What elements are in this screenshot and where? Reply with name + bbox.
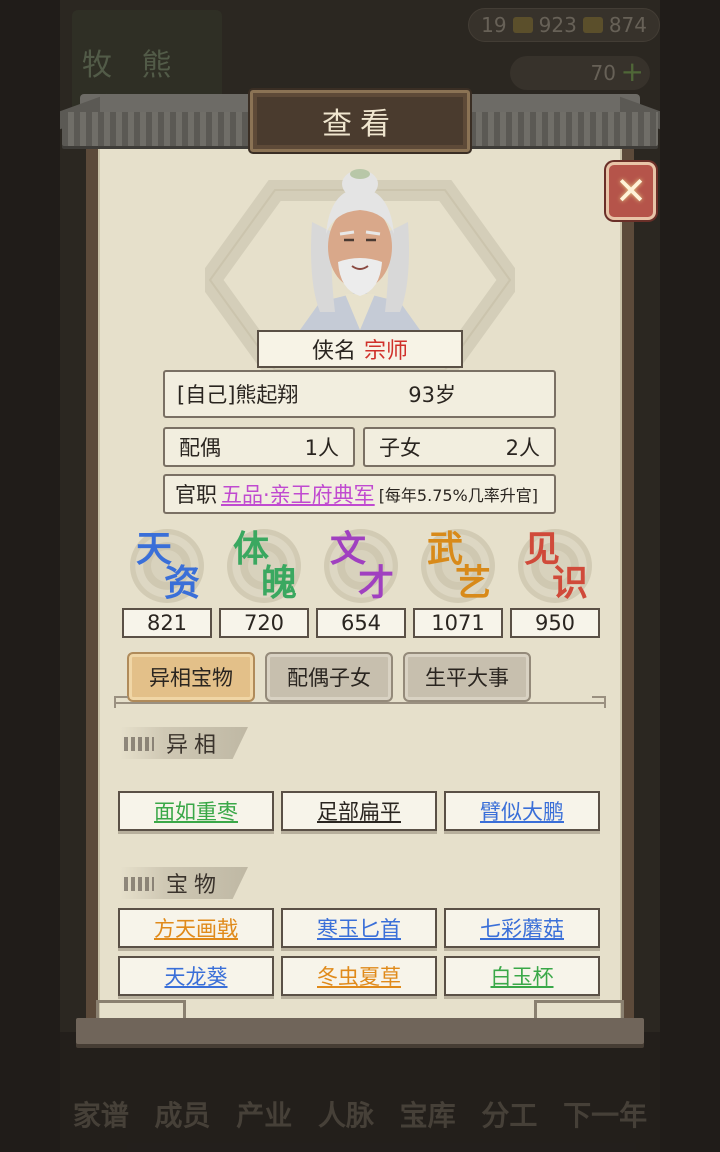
spouse-count: 1人 — [304, 436, 339, 460]
title-plate: 侠名 宗师 — [257, 330, 463, 368]
detail-tabs: 异相宝物 配偶子女 生平大事 — [127, 652, 531, 702]
children-count: 2人 — [505, 436, 540, 460]
spouse-row: 配偶 1人 — [163, 427, 355, 467]
dialog-title: 查看 — [322, 107, 398, 142]
stat-value: 654 — [316, 608, 406, 638]
stat-char-2: 资 — [164, 562, 201, 604]
stat-emblem: 文 才 — [316, 525, 406, 605]
stat-emblem: 见 识 — [510, 525, 600, 605]
tab-traits-treasures[interactable]: 异相宝物 — [127, 652, 255, 702]
character-name: [自己]熊起翔 — [177, 383, 299, 407]
attribute-stats: 天 资 821 体 魄 720 文 才 654 武 艺 1071 见 识 950 — [122, 525, 600, 638]
stat-value: 950 — [510, 608, 600, 638]
treasures-heading-text: 宝物 — [166, 873, 223, 898]
spouse-label: 配偶 — [179, 436, 221, 460]
scroll-pole-right — [620, 140, 634, 1040]
stat-char-2: 艺 — [455, 562, 492, 604]
office-promotion-note: [每年5.75%几率升官] — [378, 486, 539, 505]
children-label: 子女 — [379, 436, 421, 460]
office-label: 官职 — [175, 483, 217, 507]
office-link[interactable]: 五品·亲王府典军 — [221, 479, 375, 509]
office-row: 官职 五品·亲王府典军 [每年5.75%几率升官] — [163, 474, 556, 514]
bottom-ornament-right — [534, 1000, 624, 1020]
stat-char-2: 识 — [552, 562, 589, 604]
character-age: 93岁 — [408, 383, 456, 407]
character-portrait — [300, 169, 420, 330]
tab-life-events[interactable]: 生平大事 — [403, 652, 531, 702]
section-divider — [114, 696, 606, 716]
stat-char-2: 才 — [358, 562, 395, 604]
stat-emblem: 天 资 — [122, 525, 212, 605]
stat-physique: 体 魄 720 — [219, 525, 309, 638]
stat-emblem: 武 艺 — [413, 525, 503, 605]
stat-martial: 武 艺 1071 — [413, 525, 503, 638]
stat-value: 720 — [219, 608, 309, 638]
fret-pattern-icon — [124, 877, 154, 891]
treasure-item[interactable]: 天龙葵 — [118, 956, 274, 996]
trait-item[interactable]: 足部扁平 — [281, 791, 437, 831]
fret-pattern-icon — [124, 737, 154, 751]
close-button[interactable]: ✕ — [606, 162, 656, 220]
bottom-ornament-left — [96, 1000, 186, 1020]
trait-item[interactable]: 臂似大鹏 — [444, 791, 600, 831]
stat-literacy: 文 才 654 — [316, 525, 406, 638]
treasure-item[interactable]: 方天画戟 — [118, 908, 274, 948]
treasure-item[interactable]: 白玉杯 — [444, 956, 600, 996]
scroll-bottom-rail — [76, 1018, 644, 1044]
stat-emblem: 体 魄 — [219, 525, 309, 605]
treasures-heading: 宝物 — [120, 867, 248, 899]
name-age-row: [自己]熊起翔 93岁 — [163, 370, 556, 418]
stat-aptitude: 天 资 821 — [122, 525, 212, 638]
dialog-title-plate: 查看 — [250, 90, 470, 152]
stat-insight: 见 识 950 — [510, 525, 600, 638]
traits-heading: 异相 — [120, 727, 248, 759]
treasure-item[interactable]: 寒玉匕首 — [281, 908, 437, 948]
stat-value: 1071 — [413, 608, 503, 638]
treasure-item[interactable]: 七彩蘑菇 — [444, 908, 600, 948]
stat-value: 821 — [122, 608, 212, 638]
stat-char-2: 魄 — [261, 562, 298, 604]
children-row: 子女 2人 — [363, 427, 556, 467]
close-icon: ✕ — [615, 169, 647, 213]
title-label: 侠名 — [311, 339, 356, 364]
trait-item[interactable]: 面如重枣 — [118, 791, 274, 831]
tab-spouse-children[interactable]: 配偶子女 — [265, 652, 393, 702]
treasure-item[interactable]: 冬虫夏草 — [281, 956, 437, 996]
title-value: 宗师 — [364, 339, 409, 364]
traits-heading-text: 异相 — [166, 733, 223, 758]
